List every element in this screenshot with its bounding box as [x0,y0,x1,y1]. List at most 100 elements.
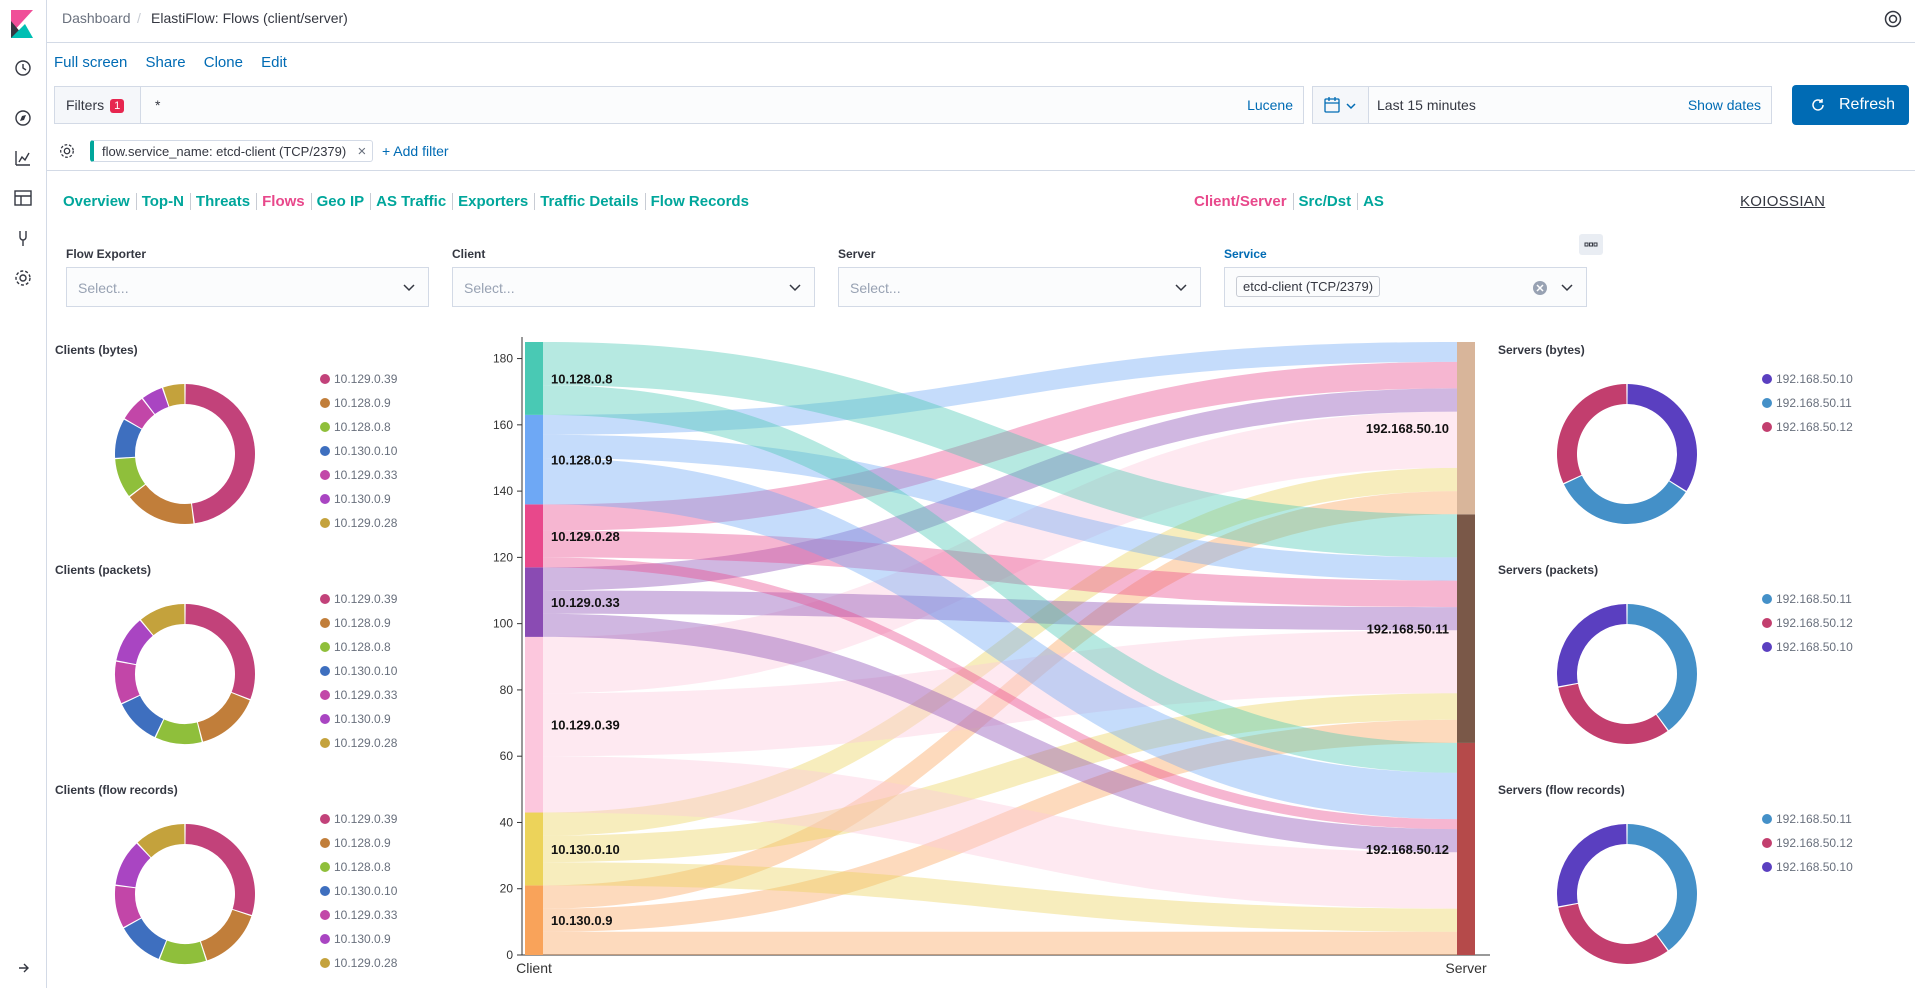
donut-slice[interactable] [115,661,140,704]
sankey-server-node[interactable] [1457,742,1475,955]
donut-slice[interactable] [197,692,250,742]
donut-slice[interactable] [185,824,256,915]
legend-item[interactable]: 10.128.0.8 [320,635,397,659]
donut-slice[interactable] [1627,824,1698,951]
donut-slice[interactable] [1558,903,1668,964]
dashboard-icon[interactable] [13,188,33,208]
brand-link[interactable]: KOIOSSIAN [1740,193,1825,210]
sankey-client-node[interactable] [525,504,543,568]
sankey-client-node[interactable] [525,885,543,955]
legend-item[interactable]: 192.168.50.10 [1762,855,1853,879]
sankey-server-node[interactable] [1457,514,1475,743]
legend-item[interactable]: 10.128.0.9 [320,611,397,635]
service-select[interactable]: etcd-client (TCP/2379) [1224,267,1587,307]
sankey-server-node[interactable] [1457,342,1475,515]
legend-item[interactable]: 10.129.0.33 [320,903,397,927]
collapse-arrow-icon[interactable] [13,958,33,978]
clock-icon[interactable] [13,58,33,78]
donut-slice[interactable] [200,909,252,961]
refresh-button[interactable]: Refresh [1792,85,1909,125]
full-screen-link[interactable]: Full screen [54,54,127,71]
server-select[interactable]: Select... [838,267,1201,307]
legend-item[interactable]: 192.168.50.11 [1762,587,1853,611]
sankey-client-node[interactable] [525,342,543,415]
legend-item[interactable]: 10.129.0.28 [320,511,397,535]
flow-exporter-select[interactable]: Select... [66,267,429,307]
clear-selection-icon[interactable] [1532,280,1548,296]
tab-overview[interactable]: Overview [63,193,137,210]
view-tab-client-server[interactable]: Client/Server [1194,193,1294,210]
donut-slice[interactable] [1627,604,1698,731]
donut-slice[interactable] [1627,384,1698,491]
clone-link[interactable]: Clone [204,54,243,71]
donut-slice[interactable] [1557,384,1627,484]
legend-item[interactable]: 192.168.50.10 [1762,367,1853,391]
filter-settings-gear-icon[interactable] [58,142,76,160]
date-picker[interactable]: Last 15 minutes Show dates [1312,86,1772,124]
tab-as-traffic[interactable]: AS Traffic [376,193,454,210]
legend-item[interactable]: 10.130.0.9 [320,927,397,951]
filter-pill-remove-icon[interactable]: × [357,143,366,160]
add-filter-link[interactable]: + Add filter [382,143,449,159]
donut-slice[interactable] [123,918,167,959]
donut-slice[interactable] [1558,683,1668,744]
legend-item[interactable]: 192.168.50.11 [1762,807,1853,831]
donut-slice[interactable] [115,885,141,928]
kibana-logo-icon[interactable] [11,10,33,38]
compass-icon[interactable] [13,108,33,128]
legend-item[interactable]: 10.129.0.33 [320,463,397,487]
legend-item[interactable]: 192.168.50.12 [1762,831,1853,855]
sankey-link[interactable] [543,931,1457,955]
donut-slice[interactable] [121,695,164,738]
donut-slice[interactable] [129,484,194,524]
legend-item[interactable]: 192.168.50.12 [1762,415,1853,439]
filter-pill[interactable]: flow.service_name: etcd-client (TCP/2379… [90,140,374,162]
query-bar[interactable]: Filters 1 * Lucene [54,86,1304,124]
show-dates-link[interactable]: Show dates [1688,97,1761,113]
legend-item[interactable]: 10.129.0.39 [320,367,397,391]
panel-options-button[interactable] [1579,234,1603,255]
legend-item[interactable]: 10.128.0.9 [320,831,397,855]
donut-slice[interactable] [159,940,206,964]
view-tab-src-dst[interactable]: Src/Dst [1298,193,1359,210]
tab-threats[interactable]: Threats [195,193,258,210]
legend-item[interactable]: 10.130.0.9 [320,707,397,731]
client-select[interactable]: Select... [452,267,815,307]
tab-flow-records[interactable]: Flow Records [651,193,755,210]
legend-item[interactable]: 10.129.0.39 [320,587,397,611]
search-input[interactable]: * [155,97,160,113]
legend-item[interactable]: 10.130.0.9 [320,487,397,511]
legend-item[interactable]: 192.168.50.10 [1762,635,1853,659]
donut-slice[interactable] [155,719,202,744]
legend-item[interactable]: 10.129.0.28 [320,951,397,975]
sankey-client-node[interactable] [525,636,543,813]
legend-item[interactable]: 10.130.0.10 [320,659,397,683]
help-icon[interactable] [1883,9,1903,29]
tab-top-n[interactable]: Top-N [141,193,191,210]
devtools-icon[interactable] [13,228,33,248]
breadcrumb-dashboard[interactable]: Dashboard [62,10,131,26]
view-tab-as[interactable]: AS [1363,193,1390,210]
legend-item[interactable]: 10.128.0.8 [320,855,397,879]
legend-item[interactable]: 10.128.0.9 [320,391,397,415]
query-language-toggle[interactable]: Lucene [1247,97,1293,113]
legend-item[interactable]: 10.128.0.8 [320,415,397,439]
legend-item[interactable]: 10.129.0.39 [320,807,397,831]
legend-item[interactable]: 10.129.0.28 [320,731,397,755]
legend-item[interactable]: 192.168.50.12 [1762,611,1853,635]
donut-slice[interactable] [185,384,256,524]
donut-slice[interactable] [1557,604,1627,687]
donut-slice[interactable] [1563,475,1686,524]
tab-flows[interactable]: Flows [262,193,312,210]
visualize-icon[interactable] [13,148,33,168]
tab-geo-ip[interactable]: Geo IP [316,193,372,210]
donut-slice[interactable] [1557,824,1627,907]
edit-link[interactable]: Edit [261,54,287,71]
quick-menu-button[interactable] [1313,87,1369,123]
donut-slice[interactable] [185,604,255,700]
time-range[interactable]: Last 15 minutes [1377,97,1476,113]
legend-item[interactable]: 192.168.50.11 [1762,391,1853,415]
sankey-client-node[interactable] [525,567,543,637]
legend-item[interactable]: 10.130.0.10 [320,439,397,463]
tab-traffic-details[interactable]: Traffic Details [540,193,646,210]
